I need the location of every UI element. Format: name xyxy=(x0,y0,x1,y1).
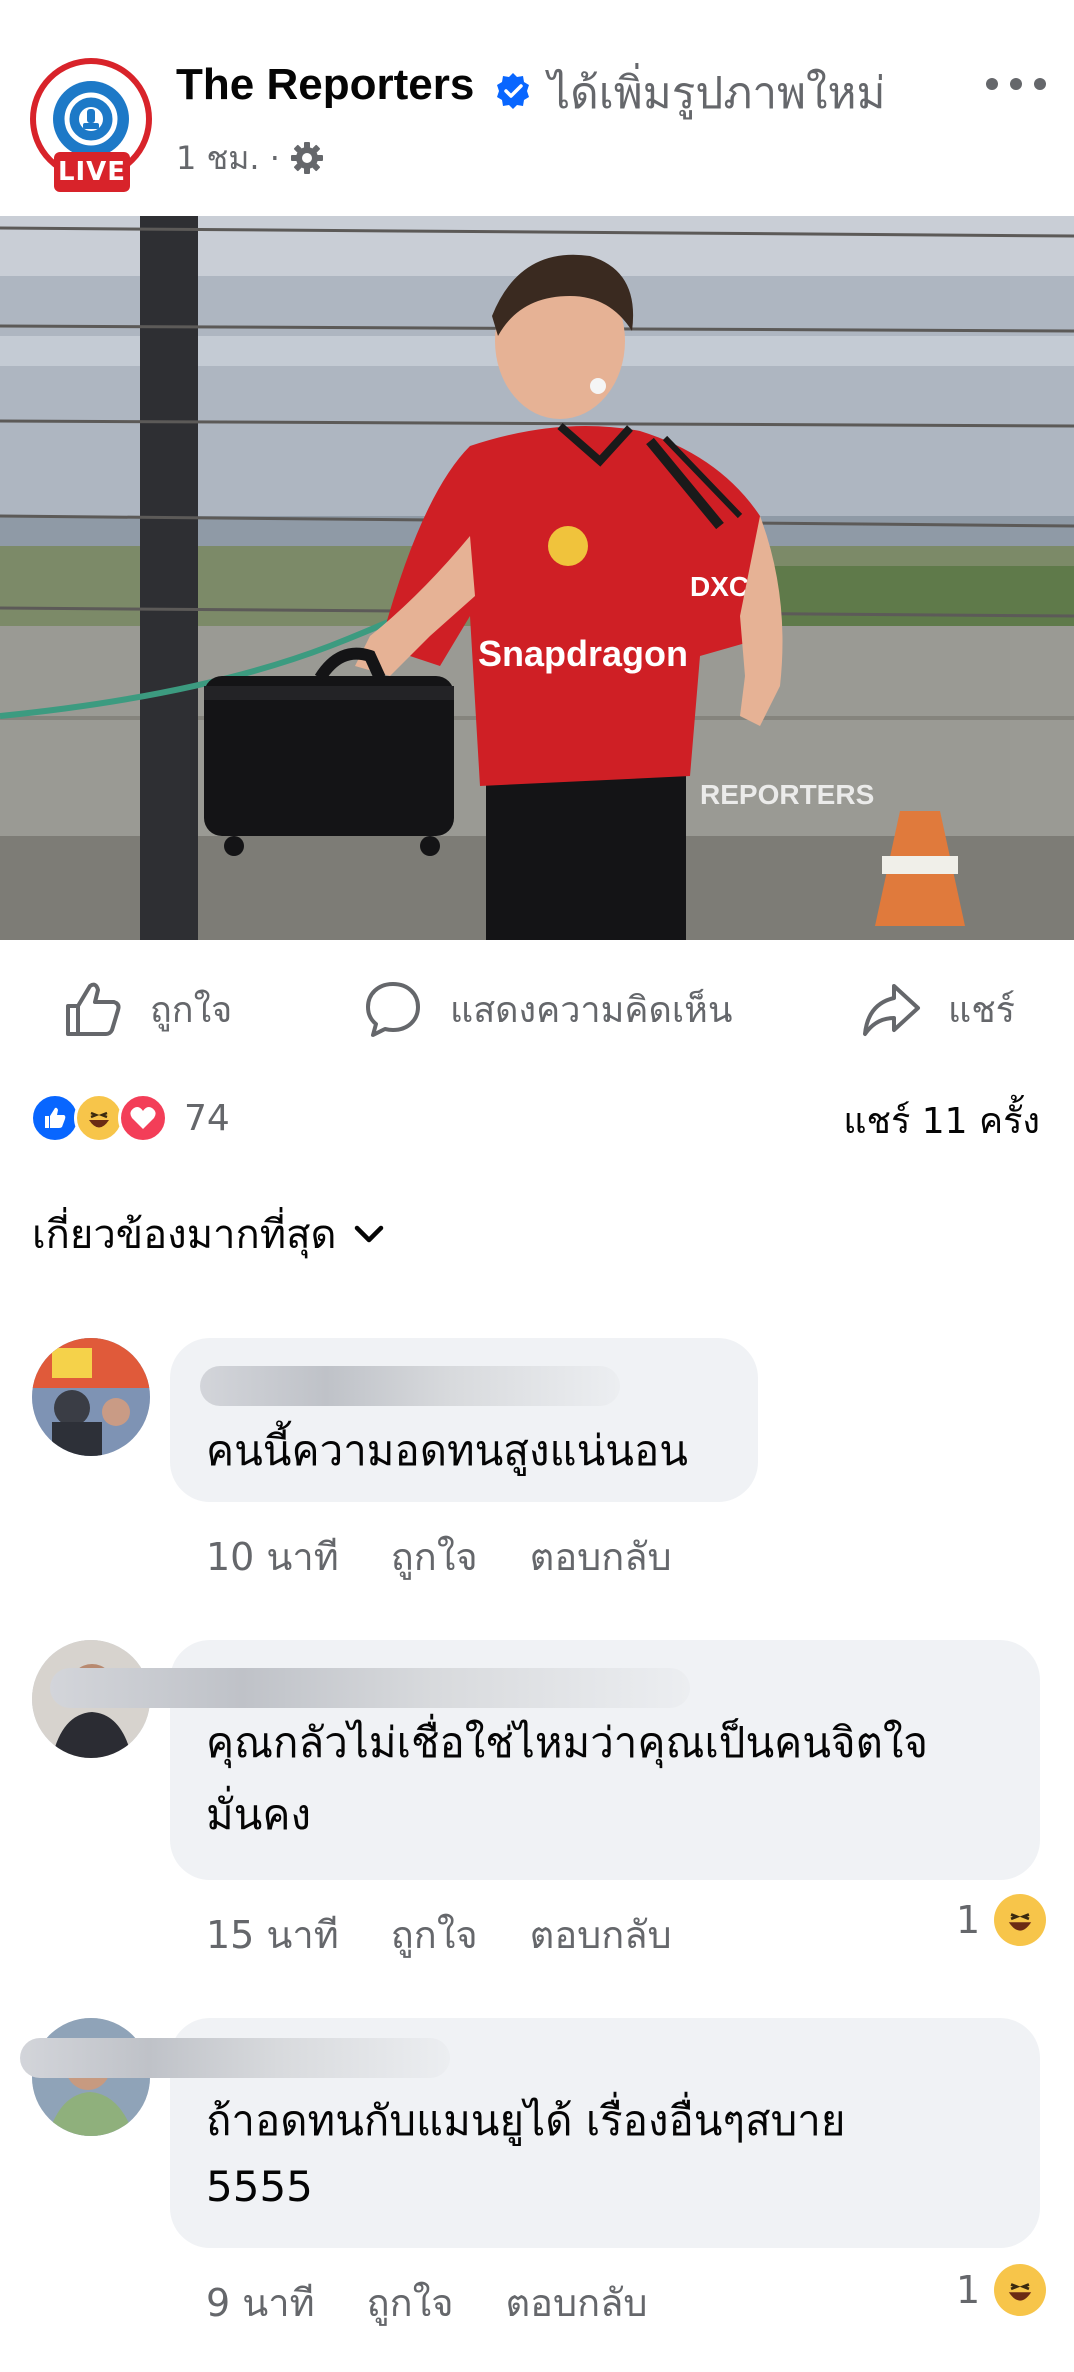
live-badge: LIVE xyxy=(54,152,130,192)
comment-button[interactable]: แสดงความคิดเห็น xyxy=(362,974,732,1044)
page-avatar[interactable]: LIVE xyxy=(30,58,154,194)
thumbs-up-icon xyxy=(66,982,121,1036)
comment-like-button[interactable]: ถูกใจ xyxy=(391,1913,478,1957)
share-button-label: แชร์ xyxy=(948,989,1015,1031)
comment-text-line: ถ้าอดทนกับแมนยูได้ เรื่องอื่นๆสบาย xyxy=(206,2096,846,2145)
post-photo[interactable]: Snapdragon DXC REPORTERS xyxy=(0,216,1074,940)
comment-like-button[interactable]: ถูกใจ xyxy=(367,2281,454,2325)
post-time[interactable]: 1 ชม. · xyxy=(176,133,280,184)
like-button[interactable]: ถูกใจ xyxy=(62,974,232,1044)
post-photo-illustration: Snapdragon DXC REPORTERS xyxy=(0,216,1074,940)
commenter-name-blurred xyxy=(20,2038,450,2078)
share-button[interactable]: แชร์ xyxy=(860,974,1015,1044)
haha-reaction-icon xyxy=(74,1093,124,1143)
share-count[interactable]: แชร์ 11 ครั้ง xyxy=(843,1092,1040,1149)
comment-text-line: มั่นคง xyxy=(206,1790,311,1839)
chevron-down-icon xyxy=(354,1225,383,1243)
haha-reaction-icon xyxy=(994,2264,1047,2316)
comment-reply-button[interactable]: ตอบกลับ xyxy=(530,1535,672,1579)
svg-text:Snapdragon: Snapdragon xyxy=(478,633,688,674)
post-header: LIVE The Reporters ได้เพิ่มรูปภาพใหม่ 1 … xyxy=(0,0,1074,215)
comment-reaction[interactable]: 1 xyxy=(956,2262,1047,2318)
post-action-text: ได้เพิ่มรูปภาพใหม่ xyxy=(548,68,886,119)
comment-like-button[interactable]: ถูกใจ xyxy=(391,1535,478,1579)
comment-bubble: ถ้าอดทนกับแมนยูได้ เรื่องอื่นๆสบาย 5555 xyxy=(20,2018,1040,2248)
comment-meta: 10 นาที ถูกใจ ตอบกลับ xyxy=(206,1526,724,1587)
comment-reply-button[interactable]: ตอบกลับ xyxy=(505,2281,647,2325)
comment-time: 9 นาที xyxy=(206,2281,315,2325)
gear-icon[interactable] xyxy=(290,141,324,175)
reaction-summary[interactable]: 74 xyxy=(30,1090,230,1146)
comment-time: 10 นาที xyxy=(206,1535,339,1579)
share-arrow-icon xyxy=(863,984,920,1036)
comment-time: 15 นาที xyxy=(206,1913,339,1957)
like-button-label: ถูกใจ xyxy=(150,989,233,1031)
more-options-icon[interactable] xyxy=(986,66,1046,102)
comment-text-line: คุณกลัวไม่เชื่อใช่ไหมว่าคุณเป็นคนจิตใจ xyxy=(206,1718,928,1767)
comment-meta: 15 นาที ถูกใจ ตอบกลับ xyxy=(206,1904,724,1965)
haha-reaction-icon xyxy=(994,1894,1047,1946)
comment-text: คนนี้ความอดทนสูงแน่นอน xyxy=(206,1426,688,1475)
comment-text-line: 5555 xyxy=(206,2162,313,2211)
comment-button-label: แสดงความคิดเห็น xyxy=(450,989,733,1031)
comment-reply-button[interactable]: ตอบกลับ xyxy=(530,1913,672,1957)
comment-sort-label: เกี่ยวข้องมากที่สุด xyxy=(32,1212,337,1258)
comment-bubble: คนนี้ความอดทนสูงแน่นอน xyxy=(170,1338,758,1502)
comment-icon xyxy=(366,982,420,1037)
comment-meta: 9 นาที ถูกใจ ตอบกลับ xyxy=(206,2272,700,2333)
commenter-avatar[interactable] xyxy=(32,1338,150,1456)
verified-badge-icon xyxy=(497,73,529,109)
page-name[interactable]: The Reporters xyxy=(176,60,474,110)
commenter-name-blurred xyxy=(200,1366,620,1406)
comment-reaction-count: 1 xyxy=(956,1898,981,1942)
comment-reaction[interactable]: 1 xyxy=(956,1892,1047,1948)
love-reaction-icon xyxy=(118,1093,168,1143)
commenter-name-blurred xyxy=(50,1668,690,1708)
comment-sort-dropdown[interactable]: เกี่ยวข้องมากที่สุด xyxy=(32,1204,389,1264)
post-action-bar: ถูกใจ แสดงความคิดเห็น แชร์ xyxy=(0,944,1074,1080)
reaction-count: 74 xyxy=(184,1097,230,1139)
post-meta: 1 ชม. · xyxy=(176,138,324,178)
like-reaction-icon xyxy=(30,1093,80,1143)
svg-text:DXC: DXC xyxy=(690,571,749,602)
photo-watermark: REPORTERS xyxy=(700,779,874,810)
camera-shutter-icon xyxy=(53,81,129,157)
comment-reaction-count: 1 xyxy=(956,2268,981,2312)
comment-bubble: คุณกลัวไม่เชื่อใช่ไหมว่าคุณเป็นคนจิตใจ ม… xyxy=(50,1640,1040,1880)
